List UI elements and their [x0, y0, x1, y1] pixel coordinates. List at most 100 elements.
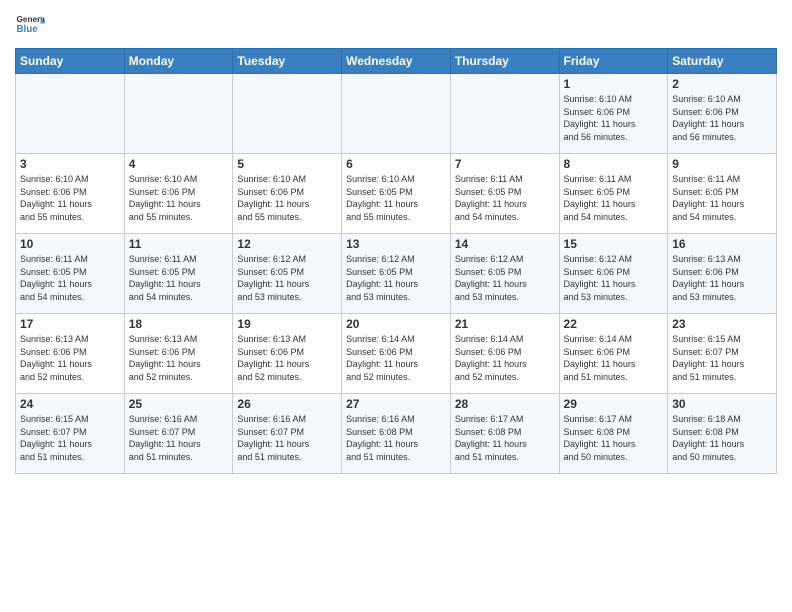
- day-number: 20: [346, 317, 446, 331]
- day-number: 24: [20, 397, 120, 411]
- calendar-cell: 2 Sunrise: 6:10 AM Sunset: 6:06 PM Daylig…: [668, 74, 777, 154]
- calendar-cell: 16 Sunrise: 6:13 AM Sunset: 6:06 PM Dayli…: [668, 234, 777, 314]
- calendar-cell: 10Sunrise: 6:11 AM Sunset: 6:05 PM Dayli…: [16, 234, 125, 314]
- calendar-cell: 3Sunrise: 6:10 AM Sunset: 6:06 PM Daylig…: [16, 154, 125, 234]
- calendar-cell: [124, 74, 233, 154]
- calendar-week-2: 3 Sunrise: 6:10 AM Sunset: 6:06 PM Daylig…: [16, 154, 777, 234]
- day-info: Sunrise: 6:13 AM Sunset: 6:06 PM Dayligh…: [672, 253, 772, 303]
- calendar-cell: 27 Sunrise: 6:16 AM Sunset: 6:08 PM Dayli…: [342, 394, 451, 474]
- day-info: Sunrise: 6:12 AM Sunset: 6:05 PM Dayligh…: [346, 253, 446, 303]
- calendar-cell: 15 Sunrise: 6:12 AM Sunset: 6:06 PM Dayli…: [559, 234, 668, 314]
- day-number: 18: [129, 317, 229, 331]
- calendar-cell: 25 Sunrise: 6:16 AM Sunset: 6:07 PM Dayli…: [124, 394, 233, 474]
- page: General Blue SundayMondayTuesdayWednesda…: [0, 0, 792, 612]
- day-number: 5: [237, 157, 337, 171]
- weekday-header-row: SundayMondayTuesdayWednesdayThursdayFrid…: [16, 49, 777, 74]
- day-number: 2: [672, 77, 772, 91]
- day-info: Sunrise: 6:10 AM Sunset: 6:06 PM Dayligh…: [672, 93, 772, 143]
- calendar-cell: 30Sunrise: 6:18 AM Sunset: 6:08 PM Dayli…: [668, 394, 777, 474]
- calendar-cell: 4 Sunrise: 6:10 AM Sunset: 6:06 PM Daylig…: [124, 154, 233, 234]
- calendar-cell: 20Sunrise: 6:14 AM Sunset: 6:06 PM Dayli…: [342, 314, 451, 394]
- calendar-cell: 6 Sunrise: 6:10 AM Sunset: 6:05 PM Daylig…: [342, 154, 451, 234]
- calendar-cell: 24 Sunrise: 6:15 AM Sunset: 6:07 PM Dayli…: [16, 394, 125, 474]
- day-number: 11: [129, 237, 229, 251]
- calendar-cell: 17 Sunrise: 6:13 AM Sunset: 6:06 PM Dayli…: [16, 314, 125, 394]
- calendar-week-3: 10Sunrise: 6:11 AM Sunset: 6:05 PM Dayli…: [16, 234, 777, 314]
- header: General Blue: [15, 10, 777, 40]
- day-info: Sunrise: 6:10 AM Sunset: 6:05 PM Dayligh…: [346, 173, 446, 223]
- calendar-cell: 8 Sunrise: 6:11 AM Sunset: 6:05 PM Daylig…: [559, 154, 668, 234]
- day-info: Sunrise: 6:16 AM Sunset: 6:07 PM Dayligh…: [237, 413, 337, 463]
- calendar-cell: 21Sunrise: 6:14 AM Sunset: 6:06 PM Dayli…: [450, 314, 559, 394]
- day-info: Sunrise: 6:12 AM Sunset: 6:05 PM Dayligh…: [455, 253, 555, 303]
- day-info: Sunrise: 6:10 AM Sunset: 6:06 PM Dayligh…: [564, 93, 664, 143]
- day-info: Sunrise: 6:13 AM Sunset: 6:06 PM Dayligh…: [129, 333, 229, 383]
- calendar-cell: 7 Sunrise: 6:11 AM Sunset: 6:05 PM Daylig…: [450, 154, 559, 234]
- day-number: 17: [20, 317, 120, 331]
- day-info: Sunrise: 6:11 AM Sunset: 6:05 PM Dayligh…: [455, 173, 555, 223]
- logo-icon: General Blue: [15, 10, 45, 40]
- calendar-cell: 13 Sunrise: 6:12 AM Sunset: 6:05 PM Dayli…: [342, 234, 451, 314]
- day-number: 22: [564, 317, 664, 331]
- day-info: Sunrise: 6:15 AM Sunset: 6:07 PM Dayligh…: [20, 413, 120, 463]
- day-info: Sunrise: 6:16 AM Sunset: 6:08 PM Dayligh…: [346, 413, 446, 463]
- calendar-cell: 18 Sunrise: 6:13 AM Sunset: 6:06 PM Dayli…: [124, 314, 233, 394]
- calendar-cell: 5Sunrise: 6:10 AM Sunset: 6:06 PM Daylig…: [233, 154, 342, 234]
- day-number: 3: [20, 157, 120, 171]
- day-info: Sunrise: 6:15 AM Sunset: 6:07 PM Dayligh…: [672, 333, 772, 383]
- day-number: 15: [564, 237, 664, 251]
- day-info: Sunrise: 6:12 AM Sunset: 6:06 PM Dayligh…: [564, 253, 664, 303]
- day-number: 25: [129, 397, 229, 411]
- day-number: 27: [346, 397, 446, 411]
- weekday-header-sunday: Sunday: [16, 49, 125, 74]
- day-number: 29: [564, 397, 664, 411]
- calendar-week-5: 24 Sunrise: 6:15 AM Sunset: 6:07 PM Dayli…: [16, 394, 777, 474]
- day-info: Sunrise: 6:10 AM Sunset: 6:06 PM Dayligh…: [129, 173, 229, 223]
- calendar-cell: 26 Sunrise: 6:16 AM Sunset: 6:07 PM Dayli…: [233, 394, 342, 474]
- day-info: Sunrise: 6:17 AM Sunset: 6:08 PM Dayligh…: [564, 413, 664, 463]
- calendar-table: SundayMondayTuesdayWednesdayThursdayFrid…: [15, 48, 777, 474]
- day-info: Sunrise: 6:11 AM Sunset: 6:05 PM Dayligh…: [672, 173, 772, 223]
- calendar-cell: 29 Sunrise: 6:17 AM Sunset: 6:08 PM Dayli…: [559, 394, 668, 474]
- day-number: 1: [564, 77, 664, 91]
- calendar-cell: 22 Sunrise: 6:14 AM Sunset: 6:06 PM Dayli…: [559, 314, 668, 394]
- calendar-cell: 19 Sunrise: 6:13 AM Sunset: 6:06 PM Dayli…: [233, 314, 342, 394]
- day-info: Sunrise: 6:11 AM Sunset: 6:05 PM Dayligh…: [564, 173, 664, 223]
- day-info: Sunrise: 6:11 AM Sunset: 6:05 PM Dayligh…: [129, 253, 229, 303]
- calendar-cell: [16, 74, 125, 154]
- day-number: 7: [455, 157, 555, 171]
- weekday-header-monday: Monday: [124, 49, 233, 74]
- day-number: 23: [672, 317, 772, 331]
- day-number: 30: [672, 397, 772, 411]
- day-number: 28: [455, 397, 555, 411]
- calendar-cell: [233, 74, 342, 154]
- calendar-cell: 9 Sunrise: 6:11 AM Sunset: 6:05 PM Daylig…: [668, 154, 777, 234]
- day-number: 19: [237, 317, 337, 331]
- day-info: Sunrise: 6:16 AM Sunset: 6:07 PM Dayligh…: [129, 413, 229, 463]
- day-info: Sunrise: 6:14 AM Sunset: 6:06 PM Dayligh…: [564, 333, 664, 383]
- day-number: 26: [237, 397, 337, 411]
- calendar-cell: [450, 74, 559, 154]
- calendar-cell: 11 Sunrise: 6:11 AM Sunset: 6:05 PM Dayli…: [124, 234, 233, 314]
- day-number: 14: [455, 237, 555, 251]
- weekday-header-tuesday: Tuesday: [233, 49, 342, 74]
- day-info: Sunrise: 6:12 AM Sunset: 6:05 PM Dayligh…: [237, 253, 337, 303]
- logo: General Blue: [15, 10, 45, 40]
- day-info: Sunrise: 6:13 AM Sunset: 6:06 PM Dayligh…: [237, 333, 337, 383]
- calendar-cell: 12Sunrise: 6:12 AM Sunset: 6:05 PM Dayli…: [233, 234, 342, 314]
- calendar-cell: 1 Sunrise: 6:10 AM Sunset: 6:06 PM Daylig…: [559, 74, 668, 154]
- weekday-header-friday: Friday: [559, 49, 668, 74]
- day-info: Sunrise: 6:17 AM Sunset: 6:08 PM Dayligh…: [455, 413, 555, 463]
- svg-text:Blue: Blue: [17, 24, 39, 35]
- day-number: 16: [672, 237, 772, 251]
- day-number: 13: [346, 237, 446, 251]
- day-info: Sunrise: 6:13 AM Sunset: 6:06 PM Dayligh…: [20, 333, 120, 383]
- day-number: 8: [564, 157, 664, 171]
- weekday-header-wednesday: Wednesday: [342, 49, 451, 74]
- day-number: 6: [346, 157, 446, 171]
- day-number: 4: [129, 157, 229, 171]
- calendar-cell: 23 Sunrise: 6:15 AM Sunset: 6:07 PM Dayli…: [668, 314, 777, 394]
- calendar-cell: 28 Sunrise: 6:17 AM Sunset: 6:08 PM Dayli…: [450, 394, 559, 474]
- calendar-cell: [342, 74, 451, 154]
- day-number: 9: [672, 157, 772, 171]
